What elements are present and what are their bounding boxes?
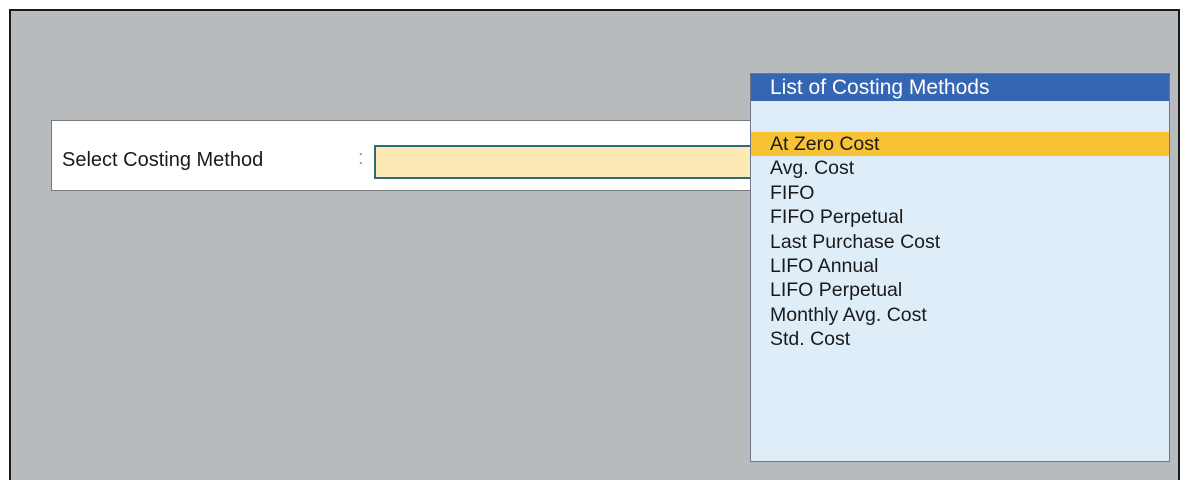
costing-method-label: Select Costing Method — [62, 149, 264, 171]
list-item-lifo-annual[interactable]: LIFO Annual — [751, 254, 1169, 278]
costing-method-input[interactable] — [374, 145, 752, 179]
list-item-last-purchase-cost[interactable]: Last Purchase Cost — [751, 230, 1169, 254]
list-item-std-cost[interactable]: Std. Cost — [751, 327, 1169, 351]
label-separator: : — [358, 147, 364, 169]
window-frame: Select Costing Method : List of Costing … — [9, 9, 1180, 480]
list-item-fifo[interactable]: FIFO — [751, 181, 1169, 205]
list-item-avg-cost[interactable]: Avg. Cost — [751, 156, 1169, 180]
list-item-fifo-perpetual[interactable]: FIFO Perpetual — [751, 205, 1169, 229]
list-items: At Zero Cost Avg. Cost FIFO FIFO Perpetu… — [751, 132, 1169, 352]
list-title: List of Costing Methods — [751, 74, 1169, 101]
costing-method-form: Select Costing Method : — [51, 120, 752, 191]
costing-methods-list: List of Costing Methods At Zero Cost Avg… — [750, 73, 1170, 462]
list-item-at-zero-cost[interactable]: At Zero Cost — [751, 132, 1169, 157]
list-item-lifo-perpetual[interactable]: LIFO Perpetual — [751, 278, 1169, 302]
list-item-monthly-avg-cost[interactable]: Monthly Avg. Cost — [751, 303, 1169, 327]
